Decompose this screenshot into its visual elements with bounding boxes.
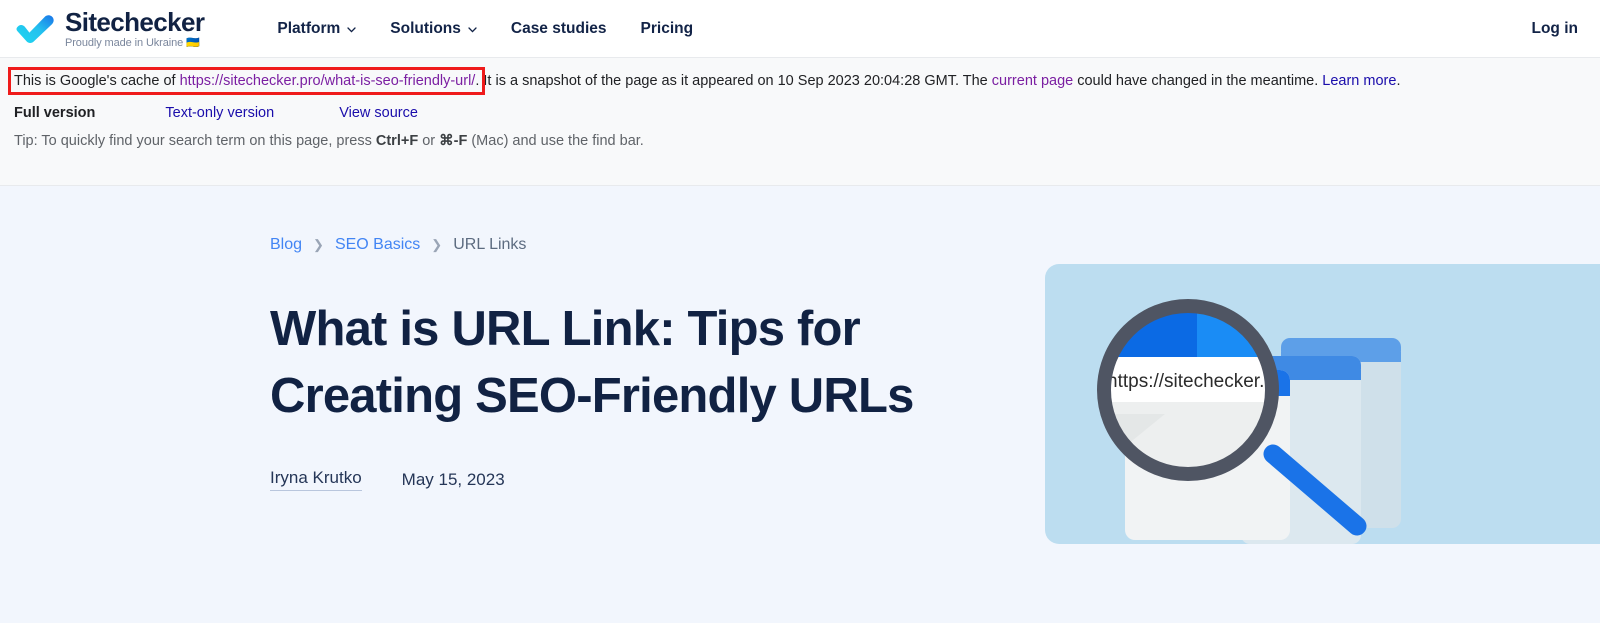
text-only-version-link[interactable]: Text-only version [165, 105, 274, 121]
chevron-right-icon: ❯ [431, 237, 443, 252]
nav-item-pricing[interactable]: Pricing [641, 20, 694, 38]
tip-suffix: (Mac) and use the find bar. [467, 133, 644, 149]
brand-name: Sitechecker [65, 7, 205, 37]
nav-item-label: Solutions [390, 19, 461, 37]
brand-tagline: Proudly made in Ukraine 🇺🇦 [65, 37, 200, 49]
tip-or: or [418, 133, 440, 149]
checkmark-logo-icon [14, 14, 56, 44]
chevron-right-icon: ❯ [313, 237, 324, 252]
cache-notice-middle: It is a snapshot of the page as it appea… [479, 73, 992, 89]
page-title: What is URL Link: Tips for Creating SEO-… [270, 302, 914, 423]
cache-url-highlight-box: This is Google's cache of https://sitech… [7, 67, 486, 95]
nav-item-platform[interactable]: Platform [277, 20, 356, 38]
article-meta: Iryna Krutko May 15, 2023 [270, 468, 1000, 492]
tip-prefix: Tip: To quickly find your search term on… [14, 133, 376, 149]
nav-item-solutions[interactable]: Solutions [390, 20, 477, 38]
article-publish-date: May 15, 2023 [401, 469, 505, 489]
current-page-link[interactable]: current page [992, 73, 1073, 89]
main-navigation: Platform Solutions Case studies Pricing [277, 20, 693, 38]
brand-logo[interactable]: Sitechecker Proudly made in Ukraine 🇺🇦 [14, 7, 205, 49]
article-header-column: Blog ❯ SEO Basics ❯ URL Links What is UR… [270, 236, 1000, 492]
breadcrumb-item-seo-basics[interactable]: SEO Basics [335, 236, 420, 254]
nav-item-label: Case studies [510, 19, 607, 37]
chevron-down-icon [347, 26, 356, 33]
cache-version-links: Full version Text-only version View sour… [0, 105, 1600, 121]
cache-notice-end: . [1396, 73, 1401, 89]
full-version-link[interactable]: Full version [14, 105, 95, 121]
nav-item-label: Platform [277, 19, 341, 37]
nav-item-case-studies[interactable]: Case studies [511, 20, 607, 38]
breadcrumb: Blog ❯ SEO Basics ❯ URL Links [270, 236, 1000, 254]
chevron-down-icon [468, 26, 477, 33]
tip-shortcut-cmd-f: ⌘-F [439, 133, 468, 149]
cache-find-tip: Tip: To quickly find your search term on… [0, 133, 1600, 149]
google-cache-banner: This is Google's cache of https://sitech… [0, 57, 1600, 185]
login-button[interactable]: Log in [1532, 20, 1579, 38]
article-author-link[interactable]: Iryna Krutko [270, 468, 362, 492]
cache-notice-period: . [475, 73, 480, 89]
cached-url-link[interactable]: https://sitechecker.pro/what-is-seo-frie… [180, 73, 476, 89]
view-source-link[interactable]: View source [339, 105, 418, 121]
article-hero-section: Blog ❯ SEO Basics ❯ URL Links What is UR… [0, 185, 1600, 623]
cache-notice-text: This is Google's cache of https://sitech… [0, 67, 1600, 95]
cache-notice-prefix: This is Google's cache of [14, 73, 180, 89]
site-header: Sitechecker Proudly made in Ukraine 🇺🇦 P… [0, 0, 1600, 57]
tip-shortcut-ctrl-f: Ctrl+F [375, 133, 419, 149]
cache-notice-after: could have changed in the meantime. [1073, 73, 1323, 89]
breadcrumb-item-blog[interactable]: Blog [270, 236, 302, 254]
breadcrumb-item-current: URL Links [453, 236, 527, 253]
magnifier-over-browser-windows-illustration: https://sitechecker.pro [1045, 264, 1600, 544]
learn-more-link[interactable]: Learn more [1322, 73, 1396, 89]
nav-item-label: Pricing [640, 19, 694, 37]
